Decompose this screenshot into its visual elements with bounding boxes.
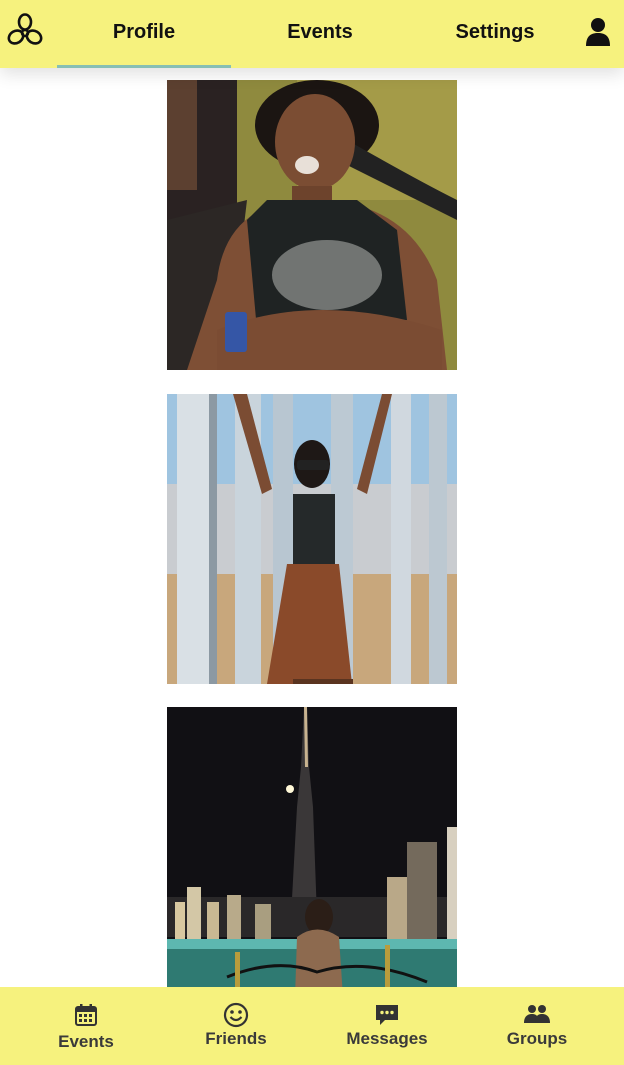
photo-woman-on-grass[interactable] xyxy=(167,80,457,370)
calendar-icon xyxy=(74,1003,98,1032)
nav-events-button[interactable]: Events xyxy=(8,987,164,1065)
chat-bubble-icon xyxy=(374,1003,400,1032)
tab-settings[interactable]: Settings xyxy=(408,0,582,68)
user-icon[interactable] xyxy=(585,17,611,47)
nav-groups-label: Groups xyxy=(506,1029,568,1048)
group-icon xyxy=(523,1004,551,1029)
nav-messages-button[interactable]: Messages xyxy=(309,987,465,1065)
flower-logo-icon[interactable] xyxy=(6,13,44,51)
photo-night-skyline[interactable] xyxy=(167,707,457,997)
nav-events-label: Events xyxy=(58,1032,114,1051)
nav-friends-button[interactable]: Friends xyxy=(158,987,314,1065)
nav-friends-label: Friends xyxy=(205,1029,267,1048)
active-tab-indicator xyxy=(57,65,231,68)
photo-mirror-installation[interactable] xyxy=(167,394,457,684)
nav-messages-label: Messages xyxy=(346,1029,428,1048)
bottom-navigation-bar: Events Friends Messages Groups xyxy=(0,987,624,1065)
nav-groups-button[interactable]: Groups xyxy=(459,987,615,1065)
tab-profile[interactable]: Profile xyxy=(57,0,231,68)
top-navigation-bar: Profile Events Settings xyxy=(0,0,624,68)
tab-events[interactable]: Events xyxy=(233,0,407,68)
